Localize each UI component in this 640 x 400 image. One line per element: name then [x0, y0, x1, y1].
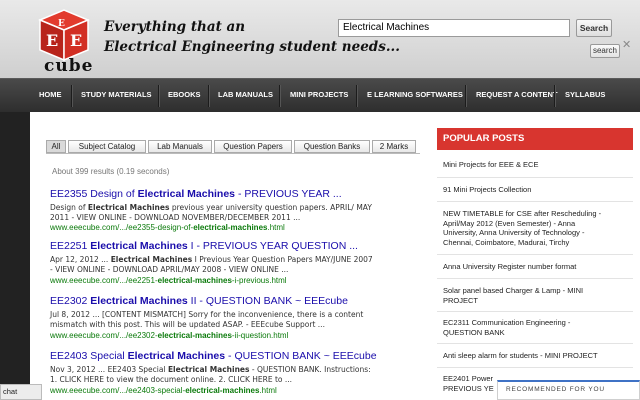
result-snippet: 1. CLICK HERE to view the document onlin…	[50, 375, 293, 384]
recommended-for-you-widget[interactable]: RECOMMENDED FOR YOU	[497, 380, 640, 400]
nav-item-syllabus[interactable]: SYLLABUS	[565, 90, 605, 99]
tab-2-marks[interactable]: 2 Marks	[372, 140, 416, 153]
popular-post-link[interactable]: Solar panel based Charger & Lamp - MINI …	[443, 286, 583, 305]
chat-tab[interactable]: chat	[0, 384, 42, 400]
nav-divider	[356, 85, 358, 107]
tab-subject-catalog[interactable]: Subject Catalog	[68, 140, 146, 153]
search-input[interactable]: Electrical Machines	[338, 19, 570, 37]
popular-post-link[interactable]: NEW TIMETABLE for CSE after Rescheduling…	[443, 209, 601, 247]
popular-post-line: Solar panel based Charger & Lamp - MINI	[443, 286, 584, 295]
left-page-margin	[0, 112, 30, 400]
nav-item-request-a-content[interactable]: REQUEST A CONTENT	[476, 90, 558, 99]
search-submit-button[interactable]: search	[590, 44, 620, 58]
result-url[interactable]: www.eeecube.com/.../ee2403-special-elect…	[50, 386, 277, 395]
nav-item-home[interactable]: HOME	[39, 90, 62, 99]
popular-post-line: Anna University Register number format	[443, 262, 577, 271]
svg-text:E: E	[70, 31, 82, 50]
tab-lab-manuals[interactable]: Lab Manuals	[148, 140, 212, 153]
popular-post-line: EC2311 Communication Engineering -	[443, 318, 571, 327]
tab-question-banks[interactable]: Question Banks	[294, 140, 370, 153]
result-url[interactable]: www.eeecube.com/.../ee2355-design-of-ele…	[50, 223, 285, 232]
popular-post-line: University, Anna University of Technolog…	[443, 228, 585, 237]
tab-divider	[46, 153, 420, 154]
nav-divider	[71, 85, 73, 107]
post-divider	[437, 278, 633, 279]
result-title[interactable]: EE2251 Electrical Machines I - PREVIOUS …	[50, 240, 358, 252]
result-title[interactable]: EE2403 Special Electrical Machines - QUE…	[50, 350, 377, 362]
popular-post-link[interactable]: EC2311 Communication Engineering - QUEST…	[443, 318, 570, 337]
popular-post-line: QUESTION BANK	[443, 327, 505, 337]
logo-text[interactable]: cube	[44, 56, 93, 76]
site-header: E E E cube Everything that an Electrical…	[0, 0, 640, 78]
result-snippet: 2011 - VIEW ONLINE - DOWNLOAD NOVEMBER/D…	[50, 213, 301, 222]
nav-item-mini-projects[interactable]: MINI PROJECTS	[290, 90, 348, 99]
close-icon[interactable]: ✕	[622, 38, 631, 51]
popular-posts-title: POPULAR POSTS	[437, 128, 633, 150]
nav-item-study-materials[interactable]: STUDY MATERIALS	[81, 90, 152, 99]
nav-divider	[208, 85, 210, 107]
popular-post-line: NEW TIMETABLE for CSE after Rescheduling…	[443, 209, 602, 218]
nav-divider	[158, 85, 160, 107]
post-divider	[437, 311, 633, 312]
popular-post-link[interactable]: Anna University Register number format	[443, 262, 576, 272]
post-divider	[437, 343, 633, 344]
popular-post-link[interactable]: Anti sleep alarm for students - MINI PRO…	[443, 351, 598, 361]
main-nav: HOME STUDY MATERIALS EBOOKS LAB MANUALS …	[0, 78, 640, 112]
result-title[interactable]: EE2302 Electrical Machines II - QUESTION…	[50, 295, 348, 307]
result-snippet: Jul 8, 2012 ... [CONTENT MISMATCH] Sorry…	[50, 310, 364, 319]
post-divider	[437, 367, 633, 368]
popular-post-link[interactable]: EE2401 Power PREVIOUS YE	[443, 374, 494, 393]
tab-question-papers[interactable]: Question Papers	[214, 140, 292, 153]
nav-divider	[465, 85, 467, 107]
popular-post-line: EE2401 Power	[443, 374, 494, 383]
search-button[interactable]: Search	[576, 19, 612, 37]
nav-divider	[279, 85, 281, 107]
popular-post-line: 91 Mini Projects Collection	[443, 185, 532, 194]
popular-post-line: Chennai, Coimbatore, Madurai, Tirchy	[443, 237, 570, 247]
popular-post-link[interactable]: 91 Mini Projects Collection	[443, 185, 531, 195]
popular-post-link[interactable]: Mini Projects for EEE & ECE	[443, 160, 538, 170]
result-count: About 399 results (0.19 seconds)	[52, 167, 170, 176]
result-snippet: Apr 12, 2012 ... Electrical Machines I P…	[50, 255, 373, 264]
svg-text:E: E	[46, 31, 58, 50]
post-divider	[437, 177, 633, 178]
nav-item-ebooks[interactable]: EBOOKS	[168, 90, 201, 99]
post-divider	[437, 254, 633, 255]
result-url[interactable]: www.eeecube.com/.../ee2302-electrical-ma…	[50, 331, 288, 340]
popular-post-line: Anti sleep alarm for students - MINI PRO…	[443, 351, 598, 360]
popular-post-line: Mini Projects for EEE & ECE	[443, 160, 539, 169]
nav-divider	[554, 85, 556, 107]
post-divider	[437, 201, 633, 202]
nav-item-lab-manuals[interactable]: LAB MANUALS	[218, 90, 273, 99]
result-title[interactable]: EE2355 Design of Electrical Machines - P…	[50, 188, 342, 200]
result-url[interactable]: www.eeecube.com/.../ee2251-electrical-ma…	[50, 276, 287, 285]
popular-post-line: PROJECT	[443, 295, 479, 305]
popular-post-line: April/May 2012 (Even Semester) - Anna	[443, 218, 576, 228]
tab-all[interactable]: All	[46, 140, 66, 153]
result-snippet: - VIEW ONLINE - DOWNLOAD APRIL/MAY 2008 …	[50, 265, 289, 274]
result-snippet: Nov 3, 2012 ... EE2403 Special Electrica…	[50, 365, 371, 374]
tagline-line-2: Electrical Engineering student needs...	[104, 39, 400, 55]
nav-item-e-learning-softwares[interactable]: E LEARNING SOFTWARES	[367, 90, 463, 99]
svg-text:E: E	[58, 19, 65, 29]
result-snippet: mismatch with this post. This will be up…	[50, 320, 325, 329]
popular-post-line: PREVIOUS YE	[443, 383, 494, 393]
result-snippet: Design of Electrical Machines previous y…	[50, 203, 372, 212]
